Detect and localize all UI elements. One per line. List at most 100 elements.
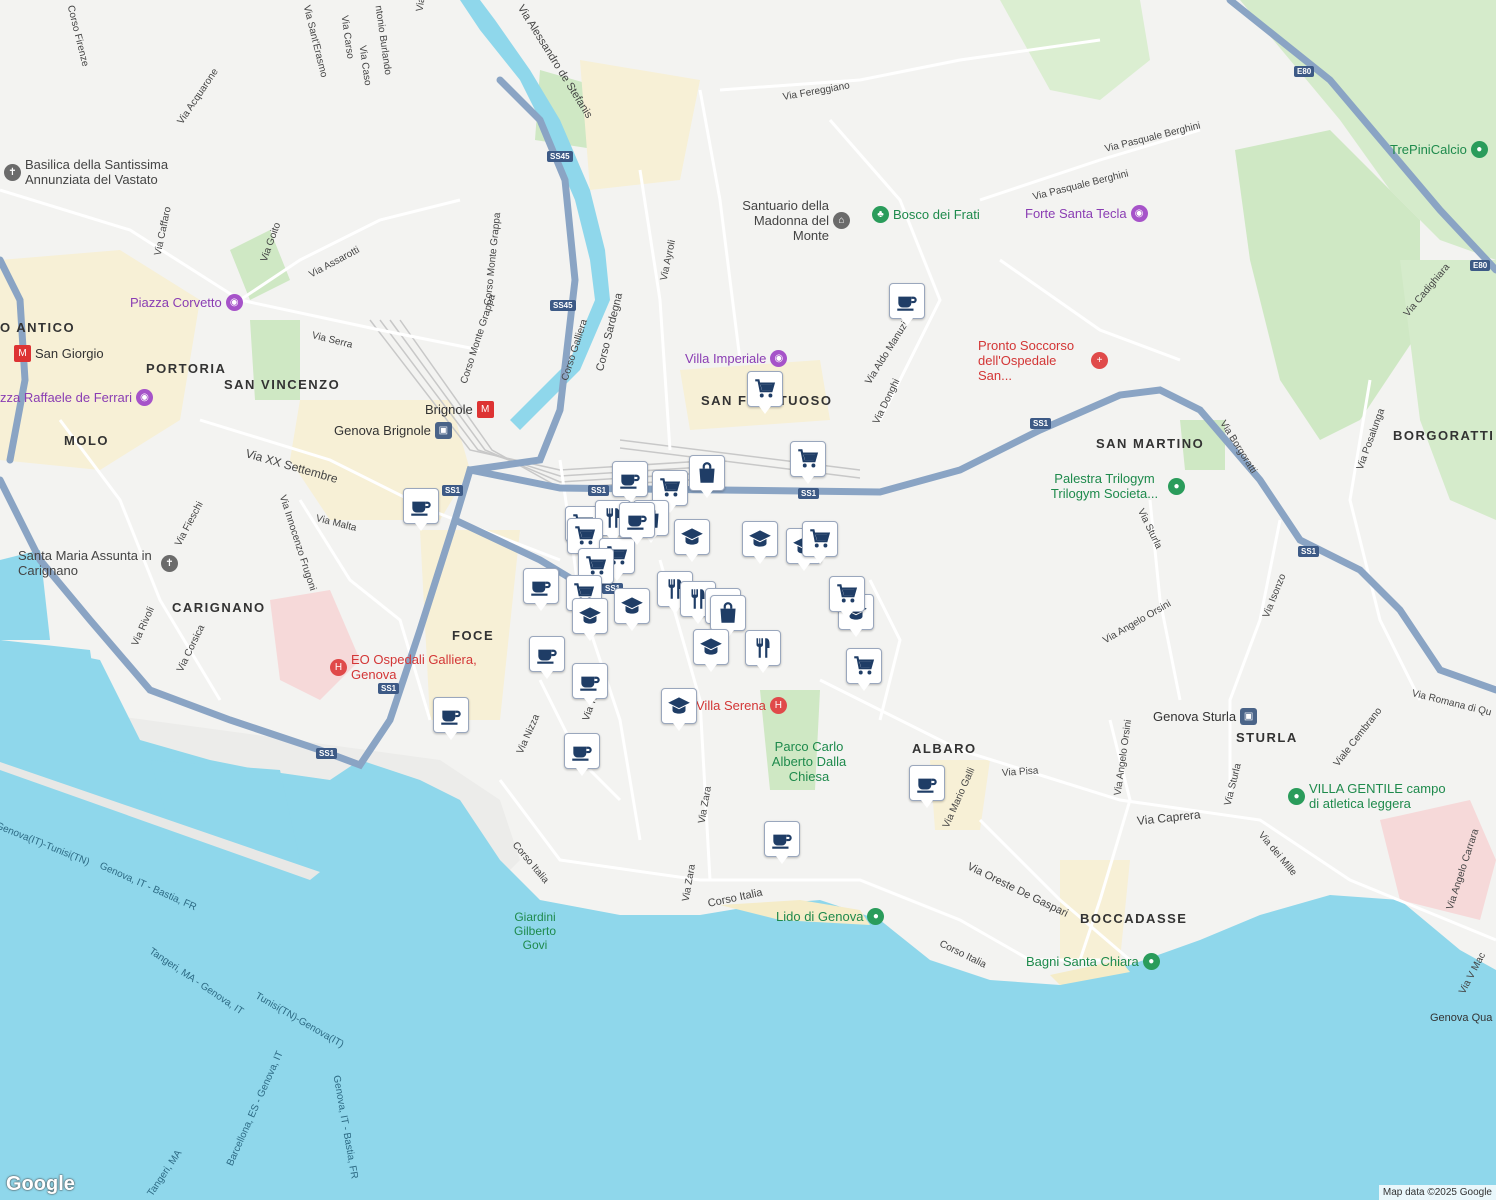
poi-palestra[interactable]: Palestra Trilogym Trilogym Societa... ● xyxy=(1045,471,1185,501)
poi-villa-imperiale[interactable]: Villa Imperiale ◉ xyxy=(685,350,788,367)
poi-galliera[interactable]: H EO Ospedali Galliera, Genova xyxy=(330,652,490,682)
camera-icon: ◉ xyxy=(225,294,243,311)
church-icon: ✝ xyxy=(4,163,21,181)
map-marker-grad[interactable] xyxy=(674,519,710,562)
school-icon xyxy=(698,634,724,660)
coffee-icon xyxy=(624,507,650,533)
area-label-albaro: ALBARO xyxy=(912,741,977,756)
area-label-borgoratti: BORGORATTI xyxy=(1393,428,1495,443)
poi-label: Giardini Gilberto Govi xyxy=(513,910,557,952)
coffee-icon xyxy=(438,702,464,728)
map-marker-fork[interactable] xyxy=(745,630,781,673)
shopping-cart-icon xyxy=(795,446,821,472)
hospital-icon: + xyxy=(1091,352,1108,369)
map-marker-coffee[interactable] xyxy=(889,283,925,326)
coffee-icon xyxy=(914,770,940,796)
camera-icon: ◉ xyxy=(136,389,153,406)
map-marker-grad[interactable] xyxy=(693,629,729,672)
shopping-bag-icon xyxy=(715,600,741,626)
map-marker-cart[interactable] xyxy=(802,521,838,564)
map-marker-grad[interactable] xyxy=(742,521,778,564)
poi-forte-tecla[interactable]: Forte Santa Tecla ◉ xyxy=(1025,205,1148,222)
poi-genova-sturla[interactable]: Genova Sturla ▣ xyxy=(1153,708,1258,725)
train-icon: ▣ xyxy=(434,422,452,439)
metro-icon: M xyxy=(14,345,31,362)
poi-giardini[interactable]: Giardini Gilberto Govi xyxy=(500,910,570,952)
poi-genova-qua[interactable]: Genova Qua xyxy=(1430,1012,1492,1024)
poi-lido[interactable]: Lido di Genova ● xyxy=(776,908,885,925)
poi-parco[interactable]: Parco Carlo Alberto Dalla Chiesa xyxy=(766,739,852,784)
school-icon xyxy=(619,593,645,619)
map-marker-grad[interactable] xyxy=(661,688,697,731)
train-icon: ▣ xyxy=(1240,708,1258,725)
map-marker-bag[interactable] xyxy=(710,595,746,638)
map-marker-cart[interactable] xyxy=(790,441,826,484)
poi-basilica[interactable]: ✝ Basilica della Santissima Annunziata de… xyxy=(4,157,204,187)
map-marker-coffee[interactable] xyxy=(564,733,600,776)
poi-label: Santuario della Madonna del Monte xyxy=(742,198,829,243)
map-marker-coffee[interactable] xyxy=(572,663,608,706)
gym-icon: ● xyxy=(1168,477,1185,495)
poi-label: Lido di Genova xyxy=(776,909,864,924)
shopping-bag-icon xyxy=(694,460,720,486)
poi-label: San Giorgio xyxy=(35,346,104,361)
poi-santa-maria[interactable]: Santa Maria Assunta in Carignano ✝ xyxy=(18,548,178,578)
poi-piazza-corvetto[interactable]: Piazza Corvetto ◉ xyxy=(130,294,243,311)
road-shield: SS1 xyxy=(316,748,338,759)
map-marker-grad[interactable] xyxy=(614,588,650,631)
coffee-icon xyxy=(617,466,643,492)
shopping-cart-icon xyxy=(572,523,598,549)
poi-label: Genova Brignole xyxy=(334,423,431,438)
map-marker-coffee[interactable] xyxy=(433,697,469,740)
poi-label: zza Raffaele de Ferrari xyxy=(0,390,132,405)
poi-piazza-ferrari[interactable]: zza Raffaele de Ferrari ◉ xyxy=(0,389,153,406)
coffee-icon xyxy=(408,493,434,519)
poi-label: Forte Santa Tecla xyxy=(1025,206,1127,221)
poi-trepini[interactable]: TrePiniCalcio ● xyxy=(1390,141,1488,158)
poi-label: Santa Maria Assunta in Carignano xyxy=(18,548,152,578)
map-marker-coffee[interactable] xyxy=(612,461,648,504)
map-marker-cart[interactable] xyxy=(829,576,865,619)
harbor-basin xyxy=(0,640,100,720)
map-marker-coffee[interactable] xyxy=(909,765,945,808)
map-marker-coffee[interactable] xyxy=(619,502,655,545)
poi-label: VILLA GENTILE campo di atletica leggera xyxy=(1309,781,1446,811)
beach-icon: ● xyxy=(867,908,885,925)
poi-bosco-frati[interactable]: ♣ Bosco dei Frati xyxy=(872,206,980,223)
restaurant-icon xyxy=(750,635,776,661)
museum-icon: ⌂ xyxy=(833,212,850,229)
map-marker-coffee[interactable] xyxy=(764,821,800,864)
road-shield: SS1 xyxy=(588,485,610,496)
shopping-cart-icon xyxy=(851,653,877,679)
poi-villa-gentile[interactable]: ● VILLA GENTILE campo di atletica leggera xyxy=(1288,781,1449,811)
map-marker-coffee[interactable] xyxy=(523,568,559,611)
area-label-san-vincenzo: SAN VINCENZO xyxy=(224,377,341,392)
map-attribution[interactable]: Map data ©2025 Google xyxy=(1378,1185,1496,1200)
map-marker-cart[interactable] xyxy=(747,371,783,414)
poi-brignole-metro[interactable]: Brignole M xyxy=(425,401,494,418)
hospital-icon: H xyxy=(769,697,787,714)
church-icon: ✝ xyxy=(161,554,178,572)
coffee-icon xyxy=(577,668,603,694)
poi-genova-brignole[interactable]: Genova Brignole ▣ xyxy=(334,422,452,439)
map-marker-cart[interactable] xyxy=(846,648,882,691)
shopping-cart-icon xyxy=(807,526,833,552)
poi-label: Bosco dei Frati xyxy=(893,207,980,222)
map-marker-grad[interactable] xyxy=(572,598,608,641)
road-shield: SS1 xyxy=(1298,546,1320,557)
sports-icon: ● xyxy=(1288,787,1305,805)
poi-label: TrePiniCalcio xyxy=(1390,142,1467,157)
poi-pronto-soccorso[interactable]: Pronto Soccorso dell'Ospedale San... + xyxy=(978,338,1108,383)
poi-santuario[interactable]: Santuario della Madonna del Monte ⌂ xyxy=(730,198,850,243)
poi-label: Piazza Corvetto xyxy=(130,295,222,310)
poi-bagni[interactable]: Bagni Santa Chiara ● xyxy=(1026,953,1160,970)
shopping-cart-icon xyxy=(752,376,778,402)
shopping-cart-icon xyxy=(657,475,683,501)
map-marker-bag[interactable] xyxy=(689,455,725,498)
map-marker-coffee[interactable] xyxy=(529,636,565,679)
poi-villa-serena[interactable]: Villa Serena H xyxy=(696,697,787,714)
map-marker-coffee[interactable] xyxy=(403,488,439,531)
poi-san-giorgio[interactable]: M San Giorgio xyxy=(14,345,104,362)
poi-label: EO Ospedali Galliera, Genova xyxy=(351,652,477,682)
school-icon xyxy=(747,526,773,552)
